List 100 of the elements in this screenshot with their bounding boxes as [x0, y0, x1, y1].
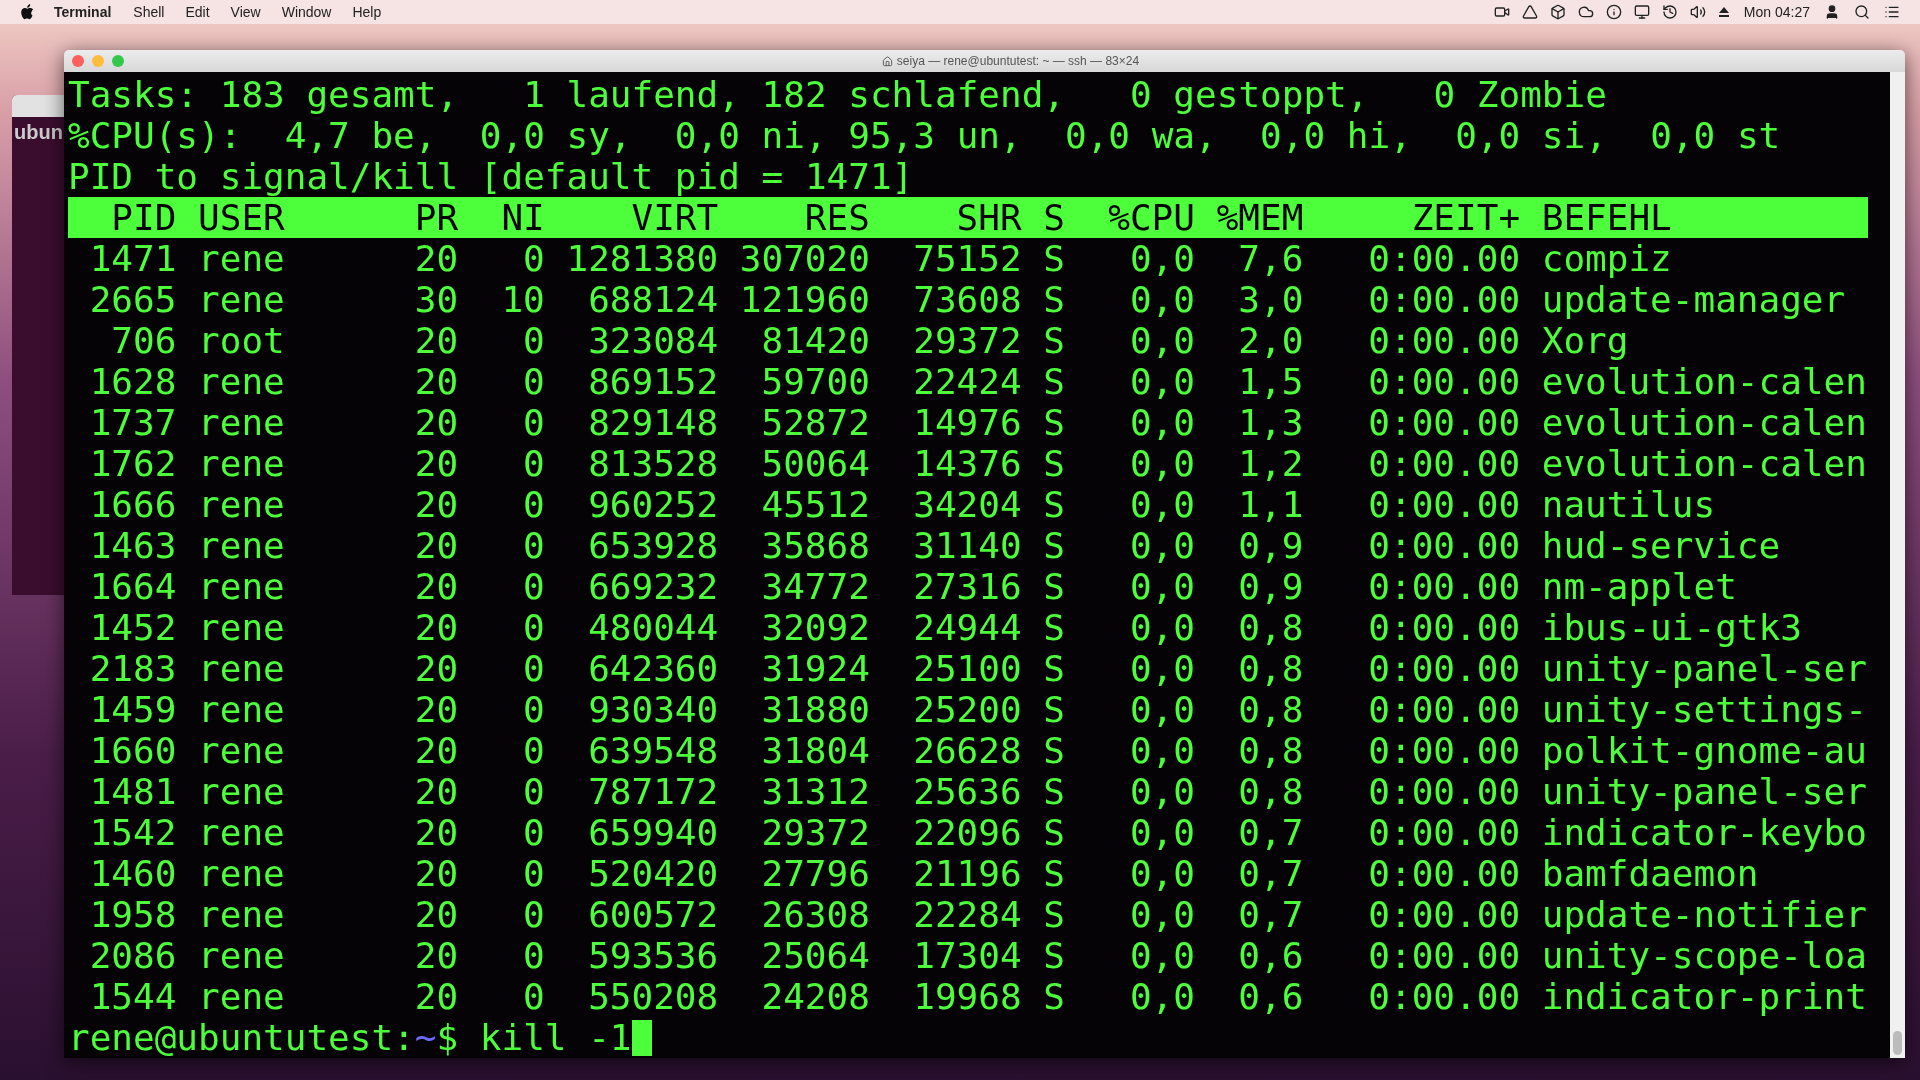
table-cell-text: 1628 [88, 361, 177, 402]
table-cell-text: 0,9 [1237, 525, 1304, 566]
menu-item[interactable]: Help [352, 1, 382, 23]
table-cell-text: 0,0 [1128, 566, 1195, 607]
table-cell: ibus-ui-gtk3 [1541, 607, 1802, 648]
user-icon[interactable] [1824, 4, 1840, 20]
table-cell-text: 0,7 [1237, 853, 1304, 894]
table-cell: unity-scope-loa [1541, 935, 1867, 976]
summary-line: Tasks: 183 gesamt, 1 laufend, 182 schlafend, 0 gestoppt, 0 Zombie [68, 74, 1607, 115]
summary-line: %CPU(s): 4,7 be, 0,0 sy, 0,0 ni, 95,3 un, 0,0 wa, 0,0 hi, 0,0 si, 0,0 st [68, 115, 1781, 156]
eject-icon[interactable] [1717, 6, 1730, 18]
menu-item[interactable]: Window [281, 1, 332, 23]
table-cell: unity-settings- [1541, 689, 1867, 730]
table-cell-text: 639548 [587, 730, 719, 771]
table-cell-text: 480044 [587, 607, 719, 648]
table-cell: compiz [1541, 238, 1672, 279]
table-cell-text: 930340 [587, 689, 719, 730]
table-cell-text: 0:00.00 [1367, 484, 1521, 525]
table-cell-text: 22284 [912, 894, 1022, 935]
info-icon[interactable] [1605, 4, 1622, 20]
table-cell-text: S [1042, 935, 1065, 976]
table-cell-text: 0,0 [1128, 484, 1195, 525]
table-cell: polkit-gnome-au [1541, 730, 1867, 771]
clock-icon[interactable] [1661, 4, 1678, 20]
table-cell-text: rene [198, 566, 286, 607]
table-cell-text: 1,5 [1237, 361, 1304, 402]
table-cell-text: S [1042, 894, 1065, 935]
home-icon [881, 55, 893, 67]
table-cell-text: 20 [413, 361, 459, 402]
table-cell-text: 0 [522, 361, 545, 402]
video-camera-icon[interactable] [1493, 4, 1510, 20]
table-cell-text: 869152 [587, 361, 719, 402]
table-cell-text: 29372 [912, 320, 1022, 361]
table-cell-text: 0,0 [1128, 935, 1195, 976]
table-cell-text: 1762 [88, 443, 177, 484]
table-cell-text: 659940 [587, 812, 719, 853]
table-cell-text: 0 [522, 238, 545, 279]
table-cell-text: 1737 [88, 402, 177, 443]
table-cell-text: 1660 [88, 730, 177, 771]
table-cell-text: 1958 [88, 894, 177, 935]
table-cell-text: rene [198, 853, 286, 894]
table-cell-text: 0:00.00 [1367, 443, 1521, 484]
table-cell-text: rene [198, 730, 286, 771]
table-cell-text: 0,8 [1237, 730, 1304, 771]
table-cell-text: 27316 [912, 566, 1022, 607]
table-cell-text: S [1042, 771, 1065, 812]
table-cell-text: 0 [522, 976, 545, 1017]
table-cell-text: 1,1 [1237, 484, 1304, 525]
triangle-icon[interactable] [1521, 4, 1538, 20]
table-cell-text: 20 [413, 730, 459, 771]
table-cell-text: 0:00.00 [1367, 853, 1521, 894]
table-cell-text: 0,8 [1237, 607, 1304, 648]
table-cell-text: 2,0 [1237, 320, 1304, 361]
table-cell-text: 26308 [760, 894, 870, 935]
table-cell-text: 0:00.00 [1367, 648, 1521, 689]
table-cell-text: 1,3 [1237, 402, 1304, 443]
menu-item[interactable]: Shell [133, 1, 165, 23]
table-cell-text: 0 [522, 484, 545, 525]
menu-list-icon[interactable] [1884, 4, 1900, 20]
table-cell-text: 22424 [912, 361, 1022, 402]
table-cell-text: 0,0 [1128, 238, 1195, 279]
table-cell-text: 669232 [587, 566, 719, 607]
table-cell-text: 25064 [760, 935, 870, 976]
table-cell-text: 0:00.00 [1367, 771, 1521, 812]
table-cell-text: 0,0 [1128, 976, 1195, 1017]
table-cell-text: 0,0 [1128, 443, 1195, 484]
table-cell-text: 0:00.00 [1367, 279, 1521, 320]
menu-item[interactable]: View [230, 1, 261, 23]
table-cell-text: rene [198, 238, 286, 279]
menu-item[interactable]: Edit [185, 1, 210, 23]
table-cell-text: 0 [522, 648, 545, 689]
box-icon[interactable] [1549, 4, 1566, 20]
volume-icon[interactable] [1689, 4, 1706, 20]
table-cell-text: 1542 [88, 812, 177, 853]
table-cell-text: 27796 [760, 853, 870, 894]
search-icon[interactable] [1854, 4, 1870, 20]
table-cell-text: S [1042, 976, 1065, 1017]
monitor-icon[interactable] [1633, 4, 1650, 20]
table-cell-text: 25636 [912, 771, 1022, 812]
table-cell-text: 0:00.00 [1367, 689, 1521, 730]
apple-logo-icon[interactable] [20, 4, 34, 20]
table-cell-text: 0,0 [1128, 607, 1195, 648]
summary-line: PID to signal/kill [default pid = 1471] [68, 156, 914, 197]
table-cell-text: 1666 [88, 484, 177, 525]
table-cell-text: 35868 [760, 525, 870, 566]
table-cell: indicator-print [1541, 976, 1867, 1017]
column-header: S [1042, 197, 1065, 238]
table-cell-text: 34772 [760, 566, 870, 607]
table-cell-text: 600572 [587, 894, 719, 935]
app-menu[interactable]: Terminal [54, 1, 112, 23]
table-cell-text: 0 [522, 607, 545, 648]
column-header: RES [803, 197, 870, 238]
table-cell-text: 30 [413, 279, 459, 320]
menu-clock[interactable]: Mon 04:27 [1743, 1, 1810, 23]
scrollbar[interactable] [1890, 72, 1905, 1058]
table-cell-text: 0:00.00 [1367, 976, 1521, 1017]
table-cell-text: 960252 [587, 484, 719, 525]
table-cell-text: 31140 [912, 525, 1022, 566]
cloud-icon[interactable] [1577, 4, 1594, 20]
table-cell-text: 0,0 [1128, 525, 1195, 566]
